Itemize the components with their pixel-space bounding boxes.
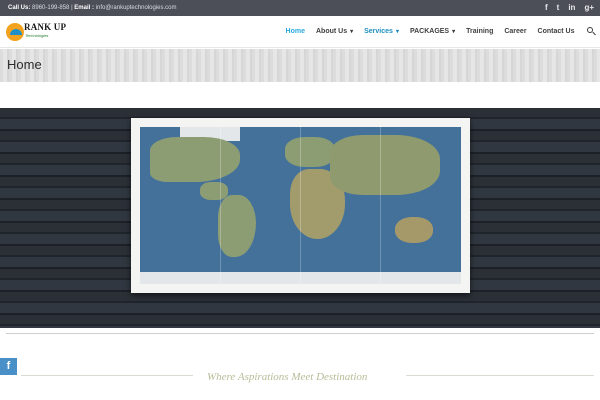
logo-sun-icon: [6, 23, 24, 41]
search-handle: [592, 31, 596, 36]
chevron-down-icon: ▾: [395, 29, 399, 35]
nav-label: Career: [504, 28, 527, 35]
twitter-icon[interactable]: t: [557, 0, 560, 16]
chevron-down-icon: ▾: [452, 29, 456, 35]
email-label: Email :: [74, 5, 94, 11]
map-europe: [285, 137, 335, 167]
chevron-down-icon: ▾: [350, 29, 354, 35]
contact-info: Call Us: 8960-199-858 | Email : info@ran…: [8, 0, 176, 16]
world-map: [140, 127, 461, 284]
map-australia: [395, 217, 433, 243]
nav-label: PACKAGES: [409, 28, 450, 35]
site-logo[interactable]: RANK UP Technologies: [6, 21, 75, 43]
search-icon[interactable]: [580, 16, 600, 48]
nav-label: Services: [364, 28, 393, 35]
map-north-america: [150, 137, 240, 182]
top-contact-bar: Call Us: 8960-199-858 | Email : info@ran…: [0, 0, 600, 16]
linkedin-icon[interactable]: in: [568, 0, 575, 16]
world-map-image: [131, 118, 470, 293]
facebook-widget-icon[interactable]: f: [0, 358, 17, 375]
nav-label: About Us: [316, 28, 348, 35]
map-asia: [330, 135, 440, 195]
tagline-rule-left: [21, 375, 193, 376]
email-address[interactable]: info@rankuptechnologies.com: [96, 5, 177, 11]
nav-item-about-us[interactable]: About Us ▾: [311, 16, 359, 48]
call-label: Call Us:: [8, 5, 31, 11]
section-divider: [6, 333, 594, 334]
page-title-band: Home: [0, 49, 600, 82]
nav-item-contact-us[interactable]: Contact Us: [532, 16, 580, 48]
main-nav: Home About Us ▾ Services ▾ PACKAGES ▾ Train…: [280, 16, 600, 48]
map-fold: [220, 127, 221, 284]
hero-banner: [0, 108, 600, 328]
nav-item-packages[interactable]: PACKAGES ▾: [404, 16, 460, 48]
nav-label: Contact Us: [537, 28, 575, 35]
map-fold: [380, 127, 381, 284]
nav-label: Home: [285, 28, 305, 35]
page-title: Home: [7, 57, 42, 72]
nav-item-services[interactable]: Services ▾: [359, 16, 405, 48]
map-south-america: [218, 195, 256, 257]
phone-number[interactable]: 8960-199-858: [32, 5, 69, 11]
nav-item-career[interactable]: Career: [499, 16, 532, 48]
google-plus-icon[interactable]: g+: [584, 0, 594, 16]
facebook-icon[interactable]: f: [545, 0, 548, 16]
nav-label: Training: [466, 28, 494, 35]
site-header: RANK UP Technologies Home About Us ▾ Serv…: [0, 16, 600, 48]
nav-item-training[interactable]: Training: [461, 16, 499, 48]
logo-brand: RANK UP: [24, 22, 67, 32]
tagline-rule-right: [406, 375, 594, 376]
separator: |: [71, 5, 73, 11]
map-fold: [300, 127, 301, 284]
social-links: f t in g+: [545, 0, 594, 16]
nav-item-home[interactable]: Home: [280, 16, 310, 48]
section-tagline: Where Aspirations Meet Destination: [207, 371, 368, 383]
logo-tagline: Technologies: [25, 33, 49, 38]
